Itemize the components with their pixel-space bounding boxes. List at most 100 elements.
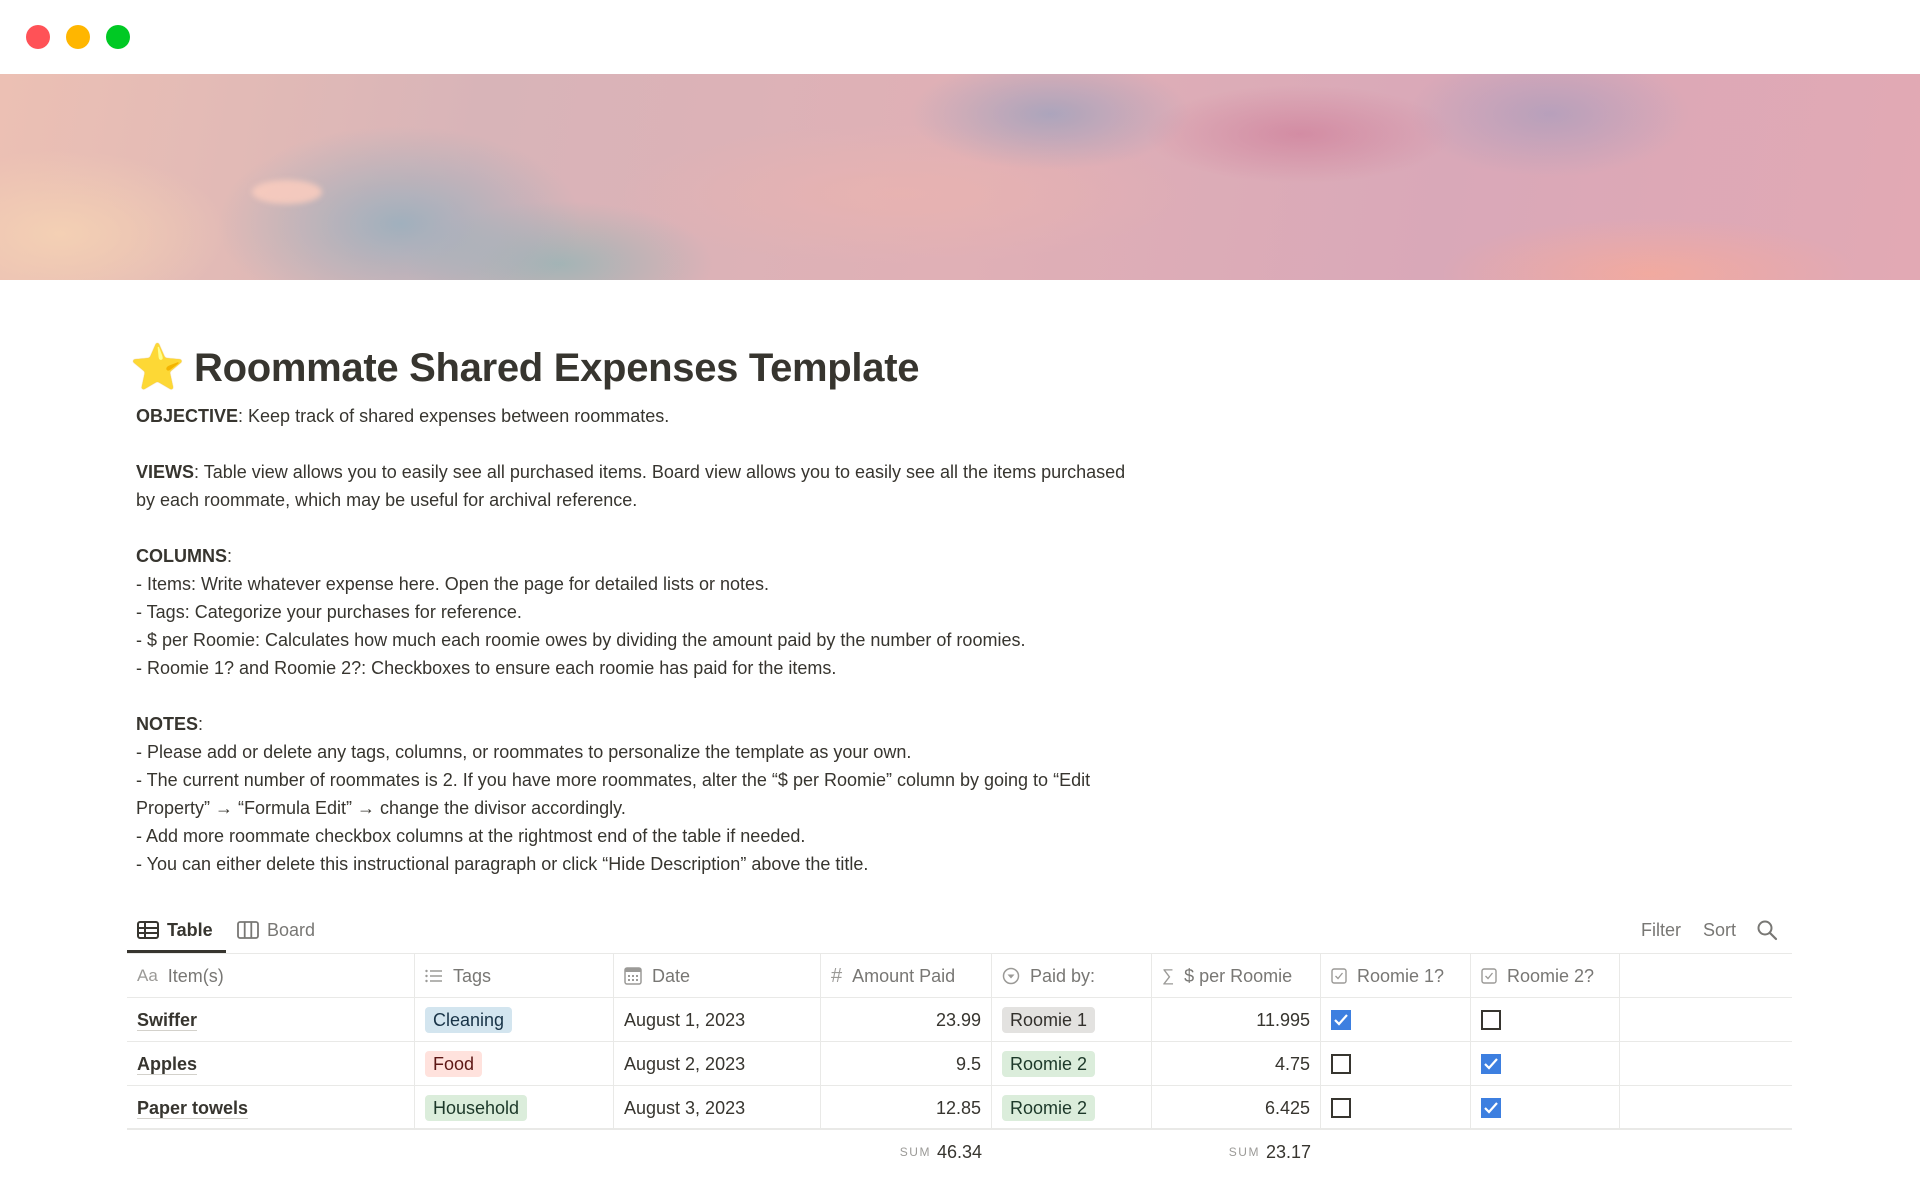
checkbox-icon [1331, 968, 1347, 984]
notes-label: NOTES [136, 714, 199, 734]
objective-text: : Keep track of shared expenses between … [238, 406, 670, 426]
column-header-roomie-1[interactable]: Roomie 1? [1321, 954, 1471, 998]
per-roomie-sum[interactable]: SUM 23.17 [1152, 1132, 1321, 1172]
roomie-1-checkbox[interactable] [1331, 1054, 1351, 1074]
paid-by-cell[interactable]: Roomie 2 [992, 1042, 1152, 1086]
page-cover-image [0, 74, 1920, 280]
expenses-table: Aa Item(s) Tags Date # Amount Paid Paid by… [127, 953, 1792, 1130]
select-icon [1002, 967, 1020, 985]
cover-cloud [252, 180, 322, 204]
roomie-1-cell[interactable] [1321, 998, 1471, 1042]
column-header-items[interactable]: Aa Item(s) [127, 954, 415, 998]
columns-line: - $ per Roomie: Calculates how much each… [136, 630, 1026, 650]
column-label: Paid by: [1030, 965, 1096, 986]
item-cell[interactable]: Apples [127, 1042, 415, 1086]
column-label: Roomie 2? [1507, 965, 1595, 986]
zoom-window-button[interactable] [106, 25, 130, 49]
paid-by-cell[interactable]: Roomie 1 [992, 998, 1152, 1042]
tags-cell[interactable]: Cleaning [415, 998, 614, 1042]
per-roomie-cell: 11.995 [1152, 998, 1321, 1042]
table-row[interactable]: Paper towels Household August 3, 2023 12.85… [127, 1086, 1792, 1130]
calendar-icon [624, 967, 642, 985]
sum-label: SUM [899, 1145, 931, 1159]
amount-cell[interactable]: 23.99 [821, 998, 992, 1042]
columns-label: COLUMNS [136, 546, 227, 566]
columns-colon: : [227, 546, 233, 566]
per-roomie-cell: 6.425 [1152, 1086, 1321, 1130]
close-window-button[interactable] [26, 25, 50, 49]
tab-table[interactable]: Table [137, 908, 213, 952]
column-header-date[interactable]: Date [614, 954, 821, 998]
column-header-paid-by[interactable]: Paid by: [992, 954, 1152, 998]
text-type-icon: Aa [137, 966, 158, 985]
item-cell[interactable]: Paper towels [127, 1086, 415, 1130]
amount-paid-sum[interactable]: SUM 46.34 [821, 1132, 992, 1172]
roomie-2-checkbox[interactable] [1481, 1054, 1501, 1074]
roomie-2-checkbox[interactable] [1481, 1098, 1501, 1118]
tab-table-label: Table [167, 919, 213, 940]
board-icon [237, 921, 259, 939]
paid-by-chip: Roomie 2 [1002, 1051, 1096, 1077]
tab-board[interactable]: Board [237, 908, 315, 952]
objective-label: OBJECTIVE [136, 406, 239, 426]
columns-line: - Roomie 1? and Roomie 2?: Checkboxes to… [136, 658, 837, 678]
notes-line: - Please add or delete any tags, columns… [136, 742, 912, 762]
columns-line: - Tags: Categorize your purchases for re… [136, 602, 522, 622]
sort-button[interactable]: Sort [1703, 920, 1736, 941]
column-header-amount-paid[interactable]: # Amount Paid [821, 954, 992, 998]
roomie-2-cell[interactable] [1471, 998, 1620, 1042]
column-header-empty [1620, 954, 1792, 998]
tags-cell[interactable]: Household [415, 1086, 614, 1130]
paid-by-chip: Roomie 1 [1002, 1007, 1096, 1033]
notes-heading: NOTES: [136, 710, 1136, 738]
list-icon [425, 969, 443, 983]
date-cell[interactable]: August 3, 2023 [614, 1086, 821, 1130]
amount-cell[interactable]: 12.85 [821, 1086, 992, 1130]
column-label: Date [652, 965, 691, 986]
table-row[interactable]: Swiffer Cleaning August 1, 2023 23.99 Roomie… [127, 998, 1792, 1042]
roomie-2-checkbox[interactable] [1481, 1010, 1501, 1030]
empty-cell [1620, 998, 1792, 1042]
roomie-2-cell[interactable] [1471, 1042, 1620, 1086]
roomie-1-checkbox[interactable] [1331, 1098, 1351, 1118]
roomie-1-cell[interactable] [1321, 1086, 1471, 1130]
column-label: Item(s) [167, 965, 224, 986]
column-header-per-roomie[interactable]: ∑ $ per Roomie [1152, 954, 1321, 998]
roomie-2-cell[interactable] [1471, 1086, 1620, 1130]
item-name-link[interactable]: Swiffer [137, 1010, 198, 1031]
window-titlebar [0, 0, 1920, 74]
date-cell[interactable]: August 2, 2023 [614, 1042, 821, 1086]
column-header-roomie-2[interactable]: Roomie 2? [1471, 954, 1620, 998]
sum-value: 46.34 [936, 1141, 982, 1162]
tab-board-label: Board [267, 919, 316, 940]
tags-cell[interactable]: Food [415, 1042, 614, 1086]
filter-button[interactable]: Filter [1641, 920, 1681, 941]
column-label: Tags [453, 965, 492, 986]
item-cell[interactable]: Swiffer [127, 998, 415, 1042]
database-description: OBJECTIVE: Keep track of shared expenses… [136, 402, 1136, 878]
search-icon[interactable] [1756, 919, 1778, 941]
roomie-1-cell[interactable] [1321, 1042, 1471, 1086]
column-label: Amount Paid [852, 965, 956, 986]
columns-line: - Items: Write whatever expense here. Op… [136, 574, 769, 594]
star-icon[interactable]: ⭐ [130, 340, 186, 396]
page-title[interactable]: Roommate Shared Expenses Template [194, 340, 919, 396]
table-row[interactable]: Apples Food August 2, 2023 9.5 Roomie 2 4.75 [127, 1042, 1792, 1086]
views-text: : Table view allows you to easily see al… [136, 462, 1126, 510]
notes-line: - Add more roommate checkbox columns at … [136, 826, 806, 846]
paid-by-chip: Roomie 2 [1002, 1095, 1096, 1121]
roomie-1-checkbox[interactable] [1331, 1010, 1351, 1030]
sum-value: 23.17 [1265, 1141, 1311, 1162]
paid-by-cell[interactable]: Roomie 2 [992, 1086, 1152, 1130]
item-name-link[interactable]: Apples [137, 1054, 198, 1075]
empty-cell [1620, 1086, 1792, 1130]
table-header-row: Aa Item(s) Tags Date # Amount Paid Paid by… [127, 954, 1792, 998]
date-cell[interactable]: August 1, 2023 [614, 998, 821, 1042]
column-label: $ per Roomie [1184, 965, 1293, 986]
column-header-tags[interactable]: Tags [415, 954, 614, 998]
amount-cell[interactable]: 9.5 [821, 1042, 992, 1086]
notes-colon: : [198, 714, 204, 734]
minimize-window-button[interactable] [66, 25, 90, 49]
item-name-link[interactable]: Paper towels [137, 1098, 249, 1119]
